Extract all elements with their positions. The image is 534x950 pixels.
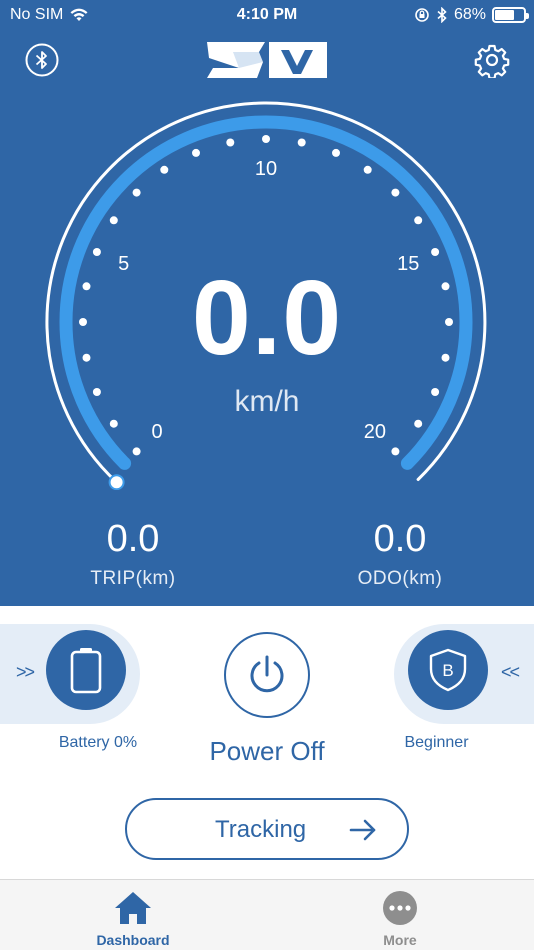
gauge-tick-dot [431,248,440,256]
gauge-tick-dot [363,165,372,174]
trip-value: 0.0 [106,518,160,560]
power-label: Power Off [209,736,325,766]
gauge-tick-dot [132,447,141,456]
control-panel: >> << B Battery 0% Power Off Beginner Tr… [0,606,534,879]
bluetooth-button[interactable] [24,42,60,78]
ride-mode-button[interactable]: B [408,630,488,710]
status-right: 68% [414,6,529,24]
power-button[interactable] [224,632,310,718]
gauge-tick-dot [132,188,141,197]
arrow-right-icon [349,819,376,841]
battery-button[interactable] [46,630,126,710]
status-bar: No SIM 4:10 PM 68% [0,0,534,30]
gauge-tick-dot [192,148,200,157]
gauge-tick-dot [297,138,306,147]
settings-button[interactable] [474,42,510,80]
trip-label: TRIP(km) [90,568,176,589]
ride-mode-label: Beginner [404,734,469,751]
tracking-label: Tracking [215,816,307,843]
gauge-tick-dot [109,419,118,428]
power-icon [250,655,284,693]
gauge-tick-dot [414,419,423,428]
mode-letter: B [442,661,453,680]
gauge-value-marker [108,474,125,490]
gauge-tick-dot [391,447,400,456]
tracking-button[interactable]: Tracking [125,798,409,860]
odo-label: ODO(km) [357,568,443,589]
dashboard-panel: SW 05101520 0.0 km/h 0.0 TRIP(km) 0.0 OD… [0,30,534,606]
swipe-left-chevron: << [500,662,520,682]
battery-icon [70,648,102,694]
gauge-tick-dot [226,138,235,147]
gauge-tick-dot [332,148,340,157]
odo-value: 0.0 [373,518,427,560]
gauge-tick-label: 20 [364,421,386,443]
battery-status-fill [495,10,515,20]
bluetooth-status-icon [437,7,447,23]
speed-value: 0.0 [191,259,343,377]
gauge-tick-dot [391,188,400,197]
gauge-tick-dot [414,216,423,225]
gear-icon [474,44,510,80]
gauge-tick-dot [109,216,118,225]
tab-dashboard-label: Dashboard [96,932,170,948]
bluetooth-icon [25,43,59,77]
tab-more[interactable]: More [320,880,480,950]
shield-icon: B [429,648,467,692]
gauge-tick-label: 0 [152,421,163,443]
more-icon [383,891,417,925]
battery-label: Battery 0% [58,734,138,751]
tab-dashboard[interactable]: Dashboard [53,880,213,950]
brand-logo: SW [207,42,327,78]
home-icon [115,892,151,924]
gauge-tick-label: 10 [255,158,277,180]
swipe-right-chevron: >> [16,662,35,682]
gauge-tick-dot [92,248,101,256]
rotation-lock-icon [415,8,429,22]
gauge-tick-dot [160,165,169,174]
tab-more-label: More [383,932,417,948]
gauge-indicator [108,474,125,490]
speed-unit: km/h [234,385,300,418]
battery-status-icon [492,7,529,23]
gauge-tick-dot [262,135,270,143]
battery-percent: 68% [453,6,486,23]
tab-bar: Dashboard More [0,879,534,950]
